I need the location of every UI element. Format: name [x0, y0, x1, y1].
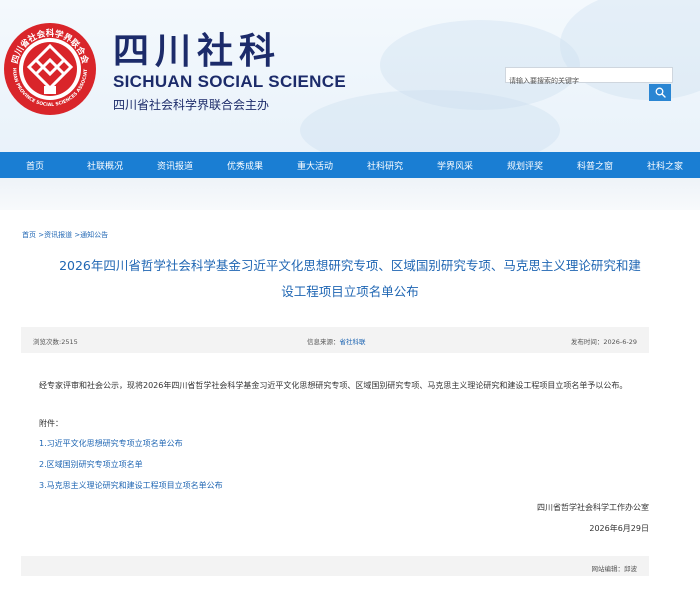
editor-bar: 网站编辑：邱波: [21, 556, 649, 576]
source-link[interactable]: 省社科联: [340, 338, 366, 346]
view-count: 浏览次数:2515: [33, 338, 78, 346]
nav-item-events[interactable]: 重大活动: [280, 152, 350, 178]
nav-item-home-of-social-science[interactable]: 社科之家: [630, 152, 700, 178]
search-input[interactable]: [506, 74, 672, 88]
site-header: 四川省社会科学界联合会 SICHUAN PROVINCE SOCIAL SCIE…: [0, 0, 700, 152]
association-seal-logo[interactable]: 四川省社会科学界联合会 SICHUAN PROVINCE SOCIAL SCIE…: [3, 22, 97, 116]
article-body: 经专家评审和社会公示，现将2026年四川省哲学社会科学基金习近平文化思想研究专项…: [39, 381, 628, 390]
main-nav: 首页 社联概况 资讯报道 优秀成果 重大活动 社科研究 学界风采 规划评奖 科普…: [0, 152, 700, 178]
nav-item-popular-science[interactable]: 科普之窗: [560, 152, 630, 178]
source-label: 信息来源：: [307, 338, 340, 346]
article-title-line: 2026年四川省哲学社会科学基金习近平文化思想研究专项、区域国别研究专项、马克思…: [59, 258, 641, 273]
nav-item-about[interactable]: 社联概况: [70, 152, 140, 178]
signature-org: 四川省哲学社会科学工作办公室: [537, 503, 649, 512]
nav-item-achievements[interactable]: 优秀成果: [210, 152, 280, 178]
attachment-link[interactable]: 3.马克思主义理论研究和建设工程项目立项名单公布: [39, 480, 223, 491]
search-box: [505, 67, 673, 88]
nav-item-scholars[interactable]: 学界风采: [420, 152, 490, 178]
header-banner-strip: [0, 178, 700, 210]
nav-item-home[interactable]: 首页: [0, 152, 70, 178]
attachment-link[interactable]: 1.习近平文化思想研究专项立项名单公布: [39, 438, 183, 449]
publish-date: 发布时间：2026-6-29: [570, 338, 637, 346]
article-title: 2026年四川省哲学社会科学基金习近平文化思想研究专项、区域国别研究专项、马克思…: [20, 253, 680, 305]
site-brand-title[interactable]: 四川社科: [113, 22, 281, 74]
nav-item-news[interactable]: 资讯报道: [140, 152, 210, 178]
attachment-link[interactable]: 2.区域国别研究专项立项名单: [39, 459, 143, 470]
source-info: 信息来源：省社科联: [307, 336, 366, 346]
nav-item-planning[interactable]: 规划评奖: [490, 152, 560, 178]
site-brand-organizer: 四川省社会科学界联合会主办: [113, 98, 270, 112]
article-meta-bar: 浏览次数:2515 信息来源：省社科联 发布时间：2026-6-29: [21, 327, 649, 353]
signature-date: 2026年6月29日: [589, 524, 649, 533]
article-title-line: 设工程项目立项名单公布: [281, 284, 419, 299]
attachments-label: 附件：: [39, 419, 63, 428]
breadcrumb[interactable]: 首页 >资讯报道 >通知公告: [22, 230, 108, 240]
site-brand-english: SICHUAN SOCIAL SCIENCE: [113, 72, 346, 91]
search-button[interactable]: [649, 84, 671, 101]
search-icon: [655, 87, 666, 98]
nav-item-research[interactable]: 社科研究: [350, 152, 420, 178]
site-editor: 网站编辑：邱波: [591, 565, 638, 573]
